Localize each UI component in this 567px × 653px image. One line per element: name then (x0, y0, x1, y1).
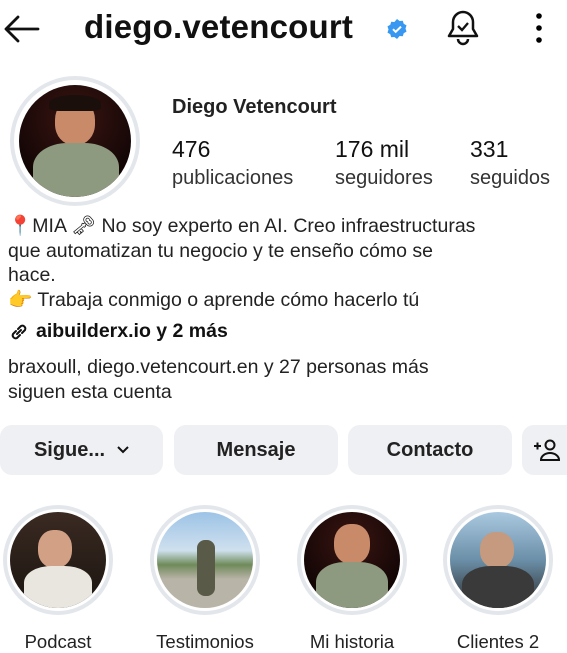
verified-badge-icon (386, 18, 408, 45)
more-icon (536, 13, 542, 43)
stat-following[interactable]: 331 seguidos (470, 136, 550, 190)
highlight-label: Clientes 2 (456, 631, 540, 652)
contact-button[interactable]: Contacto (348, 425, 512, 475)
bell-icon (447, 10, 479, 46)
profile-avatar[interactable] (10, 76, 140, 206)
back-button[interactable] (2, 12, 40, 46)
profile-username: diego.vetencourt (84, 8, 354, 45)
stat-value: 476 (172, 136, 211, 162)
highlight-podcast[interactable]: Podcast (0, 505, 116, 653)
stat-value: 331 (470, 136, 509, 162)
bio-text: hace. (8, 264, 56, 286)
suggested-users-button[interactable] (522, 425, 567, 475)
pointing-hand-icon: 👉 (8, 288, 33, 311)
button-label: Mensaje (216, 438, 296, 461)
stat-followers[interactable]: 176 mil seguidores (335, 136, 433, 190)
more-options-button[interactable] (532, 12, 546, 49)
message-button[interactable]: Mensaje (174, 425, 338, 475)
back-arrow-icon (4, 15, 40, 43)
following-button[interactable]: Sigue... (0, 425, 163, 475)
stat-value: 176 mil (335, 136, 410, 162)
link-icon (11, 324, 27, 339)
followed-by-text: braxoull, diego.vetencourt.en y 27 perso… (8, 356, 429, 378)
button-label: Contacto (386, 438, 474, 461)
link-text[interactable]: aibuilderx.io y 2 más (36, 320, 228, 343)
pin-icon: 📍 (8, 215, 33, 237)
stat-posts[interactable]: 476 publicaciones (172, 136, 293, 190)
highlight-testimonios[interactable]: Testimonios (147, 505, 263, 653)
highlight-label: Podcast (24, 631, 92, 652)
followed-by-text: siguen esta cuenta (8, 380, 172, 403)
profile-link[interactable]: aibuilderx.io y 2 más (8, 320, 228, 343)
bio-text: MIA (32, 215, 66, 237)
highlight-clientes-2[interactable]: Clientes 2 (440, 505, 556, 653)
button-label: Sigue... (33, 438, 106, 461)
highlight-mi-historia[interactable]: Mi historia (294, 505, 410, 653)
followed-by[interactable]: braxoull, diego.vetencourt.en y 27 perso… (8, 355, 429, 404)
profile-name: Diego Vetencourt (172, 96, 337, 118)
bio-text: No soy experto en AI. Creo infraestructu… (101, 215, 476, 237)
highlight-label: Testimonios (156, 631, 254, 652)
add-person-icon (534, 439, 560, 461)
bio-text: que automatizan tu negocio y te enseño c… (8, 239, 433, 262)
stat-label: seguidores (335, 167, 433, 189)
stat-label: publicaciones (172, 167, 294, 189)
profile-bio: 📍MIA 🗝 No soy experto en AI. Creo infrae… (8, 214, 567, 312)
stat-label: seguidos (470, 167, 551, 189)
notifications-button[interactable] (445, 8, 481, 53)
key-icon: 🗝 (71, 215, 97, 237)
bio-text: Trabaja conmigo o aprende cómo hacerlo t… (37, 288, 420, 311)
chevron-down-icon (117, 446, 129, 454)
highlight-label: Mi historia (309, 631, 395, 652)
